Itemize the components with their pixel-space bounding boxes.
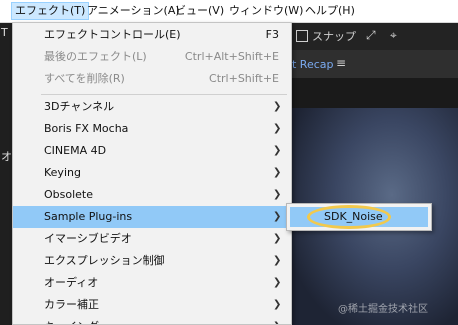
chevron-right-icon: ❯ <box>273 233 282 244</box>
menu-item-shortcut: F3 <box>265 28 279 41</box>
chevron-right-icon: ❯ <box>273 277 282 288</box>
menu-item-keying[interactable]: Keying ❯ <box>13 162 291 184</box>
menu-item-label: 最後のエフェクト(L) <box>44 50 147 63</box>
menu-view[interactable]: ビュー(V) <box>172 3 227 19</box>
menu-window[interactable]: ウィンドウ(W) <box>226 3 306 19</box>
menu-item-label: CINEMA 4D <box>44 144 107 157</box>
menu-item-label: Boris FX Mocha <box>44 122 129 135</box>
menu-item-label: エクスプレッション制御 <box>44 254 165 267</box>
menu-item-label: すべてを削除(R) <box>44 72 125 85</box>
menu-item-label: キーイング <box>44 316 99 324</box>
watermark: @稀土掘金技术社区 <box>338 304 428 315</box>
submenu-item-sdk-noise[interactable]: SDK_Noise <box>290 207 428 227</box>
menu-item-audio[interactable]: オーディオ ❯ <box>13 272 291 294</box>
menu-item-shortcut: Ctrl+Shift+E <box>209 72 279 85</box>
viewer-header <box>292 78 458 108</box>
recap-tab[interactable]: t Recap <box>292 58 334 71</box>
menu-item-label: Keying <box>44 166 81 179</box>
menu-item-last-effect[interactable]: 最後のエフェクト(L) Ctrl+Alt+Shift+E <box>13 46 291 68</box>
chevron-right-icon: ❯ <box>273 211 282 222</box>
snap-checkbox[interactable] <box>296 30 308 42</box>
chevron-right-icon: ❯ <box>273 189 282 200</box>
menu-bar: エフェクト(T) アニメーション(A) ビュー(V) ウィンドウ(W) ヘルプ(… <box>0 0 458 23</box>
menu-separator <box>41 94 287 95</box>
menu-item-expression-controls[interactable]: エクスプレッション制御 ❯ <box>13 250 291 272</box>
snap-label: スナップ <box>312 30 356 43</box>
menu-item-shortcut: Ctrl+Alt+Shift+E <box>184 50 279 63</box>
menu-item-label: Obsolete <box>44 188 94 201</box>
target-icon[interactable]: ⌖ <box>390 28 397 43</box>
menu-item-sample-plug-ins[interactable]: Sample Plug-ins ❯ <box>13 206 291 228</box>
chevron-right-icon: ❯ <box>273 101 282 112</box>
menu-item-label: オーディオ <box>44 276 99 289</box>
menu-item-immersive-video[interactable]: イマーシブビデオ ❯ <box>13 228 291 250</box>
menu-item-effect-controls[interactable]: エフェクトコントロール(E) F3 <box>13 24 291 46</box>
menu-item-color-correction[interactable]: カラー補正 ❯ <box>13 294 291 316</box>
menu-item-label: 3Dチャンネル <box>44 100 115 113</box>
menu-item-3d-channel[interactable]: 3Dチャンネル ❯ <box>13 96 291 118</box>
menu-item-boris-fx-mocha[interactable]: Boris FX Mocha ❯ <box>13 118 291 140</box>
left-glyph: オ <box>1 150 12 163</box>
menu-item-label: カラー補正 <box>44 298 99 311</box>
menu-item-obsolete[interactable]: Obsolete ❯ <box>13 184 291 206</box>
snap-toggle[interactable]: スナップ <box>296 28 356 44</box>
menu-help[interactable]: ヘルプ(H) <box>302 3 358 19</box>
menu-item-label: イマーシブビデオ <box>44 232 132 245</box>
hamburger-icon[interactable]: ≡ <box>336 56 346 70</box>
chevron-right-icon: ❯ <box>273 299 282 310</box>
chevron-right-icon: ❯ <box>273 123 282 134</box>
left-glyph: T <box>1 26 8 39</box>
menu-item-keying-jp[interactable]: キーイング ❯ <box>13 316 291 324</box>
menu-item-remove-all[interactable]: すべてを削除(R) Ctrl+Shift+E <box>13 68 291 90</box>
effect-menu-dropdown: エフェクトコントロール(E) F3 最後のエフェクト(L) Ctrl+Alt+S… <box>12 22 292 325</box>
chevron-right-icon: ❯ <box>273 316 281 324</box>
submenu-item-label: SDK_Noise <box>324 210 383 223</box>
menu-item-label: Sample Plug-ins <box>44 210 133 223</box>
chevron-right-icon: ❯ <box>273 167 282 178</box>
chevron-right-icon: ❯ <box>273 145 282 156</box>
chevron-right-icon: ❯ <box>273 255 282 266</box>
sample-plug-ins-submenu: SDK_Noise <box>286 203 432 231</box>
menu-item-cinema-4d[interactable]: CINEMA 4D ❯ <box>13 140 291 162</box>
menu-effect[interactable]: エフェクト(T) <box>10 2 90 20</box>
left-panel-strip: T オ <box>0 22 12 325</box>
pin-icon[interactable]: ⤢ <box>366 28 376 43</box>
menu-animation[interactable]: アニメーション(A) <box>84 3 183 19</box>
menu-item-label: エフェクトコントロール(E) <box>44 28 181 41</box>
